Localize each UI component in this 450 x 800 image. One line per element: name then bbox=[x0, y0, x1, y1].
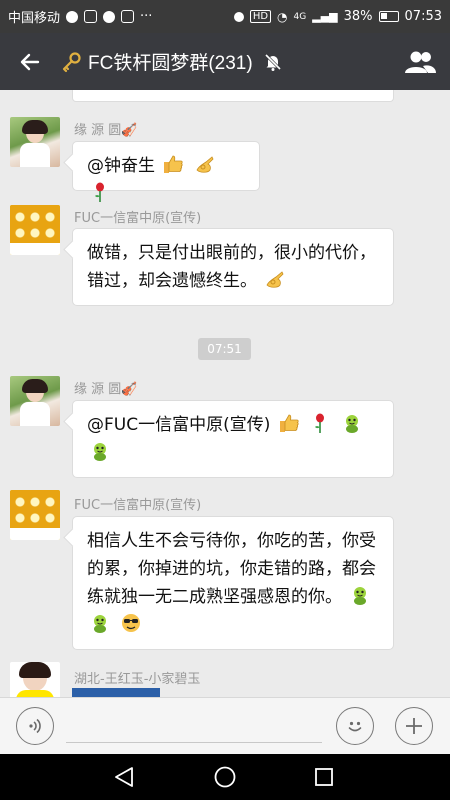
avatar[interactable] bbox=[10, 205, 60, 255]
signal-icon: ▂▄▆ bbox=[312, 10, 338, 23]
sender-name: 缘 源 圆🎻 bbox=[74, 382, 138, 397]
triangle-back-icon[interactable] bbox=[112, 766, 136, 788]
square-recents-icon[interactable] bbox=[314, 767, 334, 787]
message-bubble[interactable]: 做错，只是付出眼前的，很小的代价，错过，却会遗憾终生。 bbox=[72, 228, 394, 306]
ok-hand-emoji bbox=[264, 268, 286, 290]
time-divider: 07:51 bbox=[198, 338, 251, 360]
hd-icon: HD bbox=[249, 10, 272, 23]
group-info-button[interactable] bbox=[390, 33, 450, 90]
location-icon bbox=[233, 11, 244, 22]
ok-hand-emoji bbox=[194, 153, 216, 175]
avatar[interactable] bbox=[10, 662, 60, 697]
network-type: 4G bbox=[293, 11, 307, 22]
message-text: @FUC一信富中原(宣传) bbox=[87, 415, 271, 435]
avatar[interactable] bbox=[10, 117, 60, 167]
message-text: @钟奋生 bbox=[87, 156, 155, 176]
message-input[interactable] bbox=[66, 742, 322, 743]
voice-button[interactable] bbox=[16, 707, 54, 745]
smiley-icon bbox=[348, 721, 362, 732]
image-message[interactable] bbox=[72, 688, 160, 697]
battery-percent: 38% bbox=[343, 9, 373, 24]
message-list[interactable]: 缘 源 圆🎻 @钟奋生 FUC一信富中原(宣传) 做错，只是付出眼前的，很小的代… bbox=[0, 90, 450, 697]
system-nav-bar bbox=[0, 754, 450, 800]
arrow-left-icon bbox=[20, 53, 40, 70]
avatar[interactable] bbox=[10, 376, 60, 426]
sender-name: 湖北-王红玉-小家碧玉 bbox=[74, 672, 201, 687]
sender-name: 缘 源 圆🎻 bbox=[74, 123, 138, 138]
message-text: 做错，只是付出眼前的，很小的代价，错过，却会遗憾终生。 bbox=[87, 243, 376, 291]
thumbs-up-emoji bbox=[162, 153, 184, 175]
status-bar: 中国移动 ··· HD ◔ 4G ▂▄▆ 38% 07:53 bbox=[0, 0, 450, 33]
frog-emoji bbox=[349, 584, 371, 606]
message-text: 相信人生不会亏待你，你吃的苦，你受的累，你掉进的坑，你走错的路，都会练就独一无二… bbox=[87, 531, 376, 607]
group-members-icon bbox=[405, 51, 436, 73]
frog-emoji bbox=[89, 440, 111, 462]
clock: 07:53 bbox=[404, 9, 442, 24]
sender-name: FUC一信富中原(宣传) bbox=[74, 498, 202, 513]
previous-message-bubble bbox=[72, 90, 394, 102]
wifi-icon: ◔ bbox=[277, 9, 288, 24]
rose-emoji bbox=[309, 412, 331, 434]
app-notification-icon bbox=[121, 10, 135, 23]
message-bubble[interactable]: 相信人生不会亏待你，你吃的苦，你受的累，你掉进的坑，你走错的路，都会练就独一无二… bbox=[72, 516, 394, 650]
thumbs-up-emoji bbox=[278, 412, 300, 434]
chat-header: FC铁杆圆梦群(231) bbox=[0, 33, 450, 90]
avatar[interactable] bbox=[10, 490, 60, 540]
frog-emoji bbox=[89, 612, 111, 634]
notification-icon bbox=[66, 10, 79, 23]
frog-emoji bbox=[341, 412, 363, 434]
more-notifications-icon: ··· bbox=[140, 9, 153, 24]
carrier-label: 中国移动 bbox=[8, 11, 61, 26]
key-icon bbox=[62, 51, 81, 72]
mute-bell-icon bbox=[264, 53, 281, 71]
app-notification-icon bbox=[103, 10, 116, 23]
plus-icon bbox=[406, 718, 422, 734]
message-bubble[interactable]: @FUC一信富中原(宣传) bbox=[72, 400, 394, 478]
emoji-button[interactable] bbox=[336, 707, 374, 745]
page-title: FC铁杆圆梦群(231) bbox=[88, 53, 253, 74]
sender-name: FUC一信富中原(宣传) bbox=[74, 211, 202, 226]
cool-face-emoji bbox=[120, 612, 142, 634]
shield-icon bbox=[84, 10, 98, 23]
message-bubble[interactable]: @钟奋生 bbox=[72, 141, 260, 202]
battery-icon bbox=[378, 11, 399, 22]
rose-emoji bbox=[89, 181, 111, 203]
more-button[interactable] bbox=[395, 707, 433, 745]
back-button[interactable] bbox=[0, 33, 60, 90]
voice-icon bbox=[29, 718, 41, 734]
input-bar bbox=[0, 697, 450, 754]
circle-home-icon[interactable] bbox=[213, 765, 237, 789]
